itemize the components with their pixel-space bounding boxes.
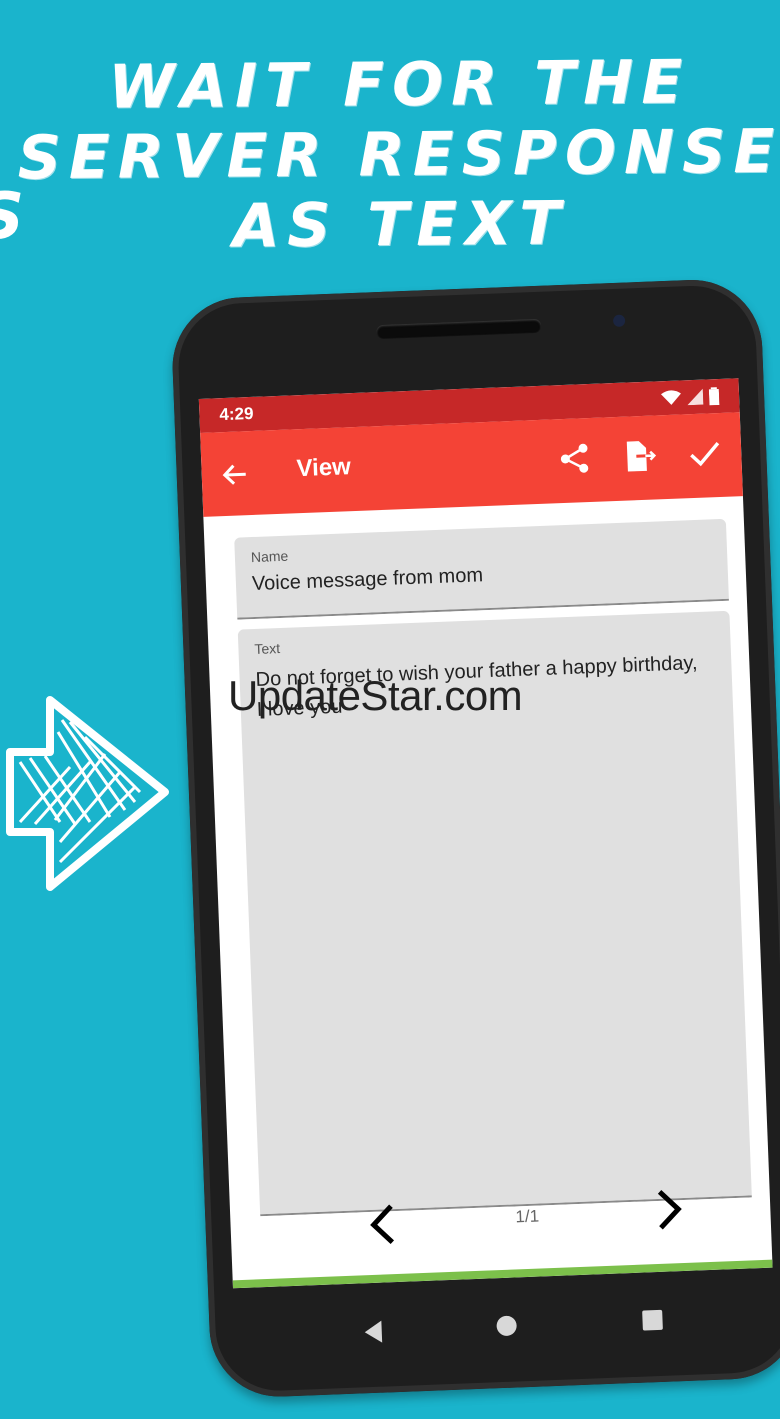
signal-icon: [687, 388, 704, 406]
nav-back-icon[interactable]: [364, 1320, 383, 1344]
phone-screen: 4:29 View Name Voice message from mom Te…: [198, 378, 773, 1289]
name-field-label: Name: [250, 547, 289, 566]
text-field-label: Text: [254, 640, 281, 658]
share-icon[interactable]: [556, 440, 593, 477]
phone-mockup: 4:29 View Name Voice message from mom Te…: [170, 275, 780, 1419]
name-field[interactable]: Name Voice message from mom: [234, 518, 729, 620]
back-arrow-icon[interactable]: [219, 459, 250, 490]
headline-line-3: AS TEXT: [232, 188, 569, 262]
export-file-icon[interactable]: [621, 437, 658, 474]
cropped-headline-fragment: S: [0, 180, 24, 254]
system-nav-bar: [233, 1278, 776, 1379]
page-title: View: [296, 453, 352, 483]
sketch-arrow-icon: [6, 696, 169, 891]
wifi-icon: [660, 390, 681, 405]
battery-icon: [708, 387, 720, 406]
promo-headline: WAIT FOR THE SERVER RESPONSE AS TEXT: [0, 47, 780, 264]
next-page-chevron-icon[interactable]: [649, 1187, 687, 1232]
previous-page-chevron-icon[interactable]: [365, 1202, 403, 1247]
nav-home-icon[interactable]: [496, 1315, 518, 1337]
phone-speaker: [376, 318, 542, 340]
page-indicator: 1/1: [515, 1206, 540, 1227]
name-field-value: Voice message from mom: [251, 564, 484, 596]
phone-camera: [612, 314, 626, 328]
watermark: UpdateStar.com: [228, 672, 523, 719]
check-icon[interactable]: [686, 435, 723, 472]
status-time: 4:29: [219, 403, 254, 425]
phone-body: 4:29 View Name Voice message from mom Te…: [170, 277, 780, 1400]
headline-line-1: WAIT FOR THE: [108, 47, 691, 123]
headline-line-2: SERVER RESPONSE: [17, 116, 780, 194]
nav-recent-apps-icon[interactable]: [642, 1309, 663, 1331]
